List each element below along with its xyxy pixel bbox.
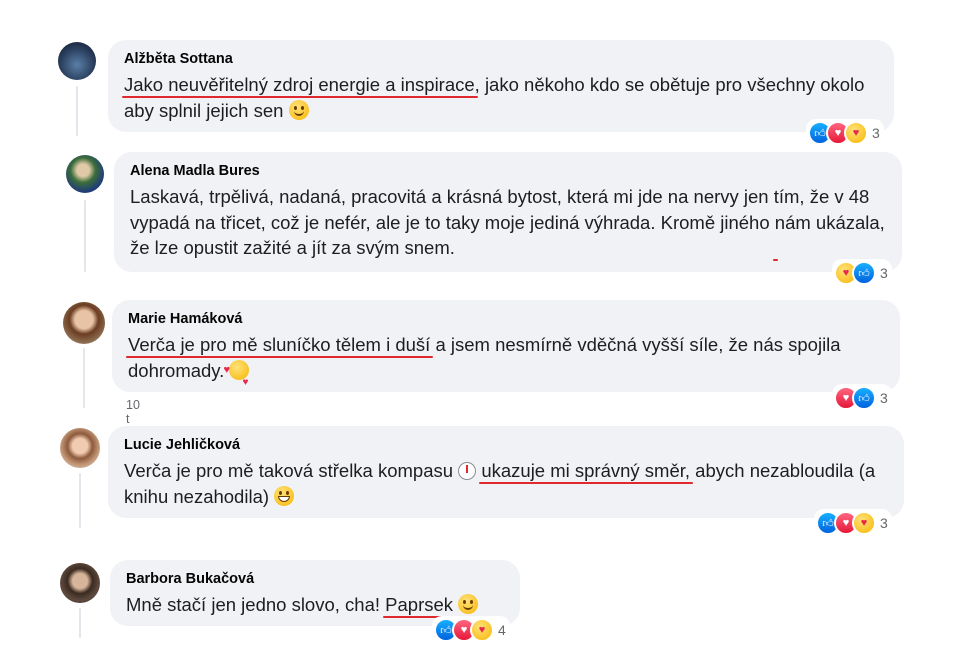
comment-author[interactable]: Marie Hamáková — [128, 309, 886, 329]
reaction-summary[interactable]: ♥ 👍︎ 3 — [832, 384, 892, 412]
reaction-summary[interactable]: ♥ 👍︎ 3 — [832, 259, 892, 287]
reaction-count: 3 — [880, 390, 888, 406]
reaction-count: 3 — [880, 515, 888, 531]
underlined-text: Paprsek — [385, 594, 454, 615]
comment-timestamp[interactable]: 10 t — [126, 398, 140, 426]
comment-bubble: Alena Madla Bures Laskavá, trpělivá, nad… — [114, 152, 902, 272]
comment-text: Laskavá, trpělivá, nadaná, pracovitá a k… — [130, 184, 888, 261]
grinning-face-icon — [274, 485, 295, 506]
slightly-smiling-face-icon — [458, 594, 479, 614]
avatar[interactable] — [60, 428, 100, 468]
comment-text: Verča je pro mě taková střelka kompasu u… — [124, 458, 890, 509]
care-reaction-icon: ♥ — [852, 511, 876, 535]
reaction-count: 3 — [872, 125, 880, 141]
compass-icon — [458, 462, 477, 480]
thread-line — [79, 608, 81, 638]
comment-text-before: Mně stačí jen jedno slovo, cha! — [126, 594, 386, 615]
avatar[interactable] — [60, 563, 100, 603]
comment-text: Jako neuvěřitelný zdroj energie a inspir… — [124, 72, 880, 123]
reaction-summary[interactable]: 👍︎ ♥ ♥ 3 — [814, 509, 892, 537]
avatar[interactable] — [66, 155, 104, 193]
thread-line — [84, 200, 86, 272]
thread-line — [79, 473, 81, 528]
comment-author[interactable]: Lucie Jehličková — [124, 435, 890, 455]
reaction-count: 3 — [880, 265, 888, 281]
avatar[interactable] — [58, 42, 96, 80]
comment-bubble: Alžběta Sottana Jako neuvěřitelný zdroj … — [108, 40, 894, 132]
thread-line — [83, 348, 85, 408]
comment-bubble: Marie Hamáková Verča je pro mě sluníčko … — [112, 300, 900, 395]
like-reaction-icon: 👍︎ — [852, 261, 876, 285]
reaction-count: 4 — [498, 622, 506, 638]
care-reaction-icon: ♥ — [844, 121, 868, 145]
comment-text-before: Laskavá, trpělivá, nadaná, pracovitá a k… — [130, 186, 870, 233]
slightly-smiling-face-icon — [288, 99, 309, 120]
reaction-summary[interactable]: 👍︎ ♥ ♥ 4 — [432, 616, 510, 644]
underlined-text: ukazuje mi správný směr, — [481, 460, 691, 481]
comment-author[interactable]: Barbora Bukačová — [126, 569, 506, 589]
underlined-text: Verča je pro mě sluníčko tělem i duší — [128, 334, 431, 355]
smiling-face-with-hearts-icon — [223, 358, 250, 395]
comment-author[interactable]: Alena Madla Bures — [130, 161, 888, 181]
comment-author[interactable]: Alžběta Sottana — [124, 49, 880, 69]
thread-line — [76, 86, 78, 136]
comment-text: Verča je pro mě sluníčko tělem i duší a … — [128, 332, 886, 395]
care-reaction-icon: ♥ — [470, 618, 494, 642]
comment-bubble: Lucie Jehličková Verča je pro mě taková … — [108, 426, 904, 518]
comment-text-before: Verča je pro mě taková střelka kompasu — [124, 460, 459, 481]
underlined-text: Jako neuvěřitelný zdroj energie a inspir… — [124, 74, 475, 95]
like-reaction-icon: 👍︎ — [852, 386, 876, 410]
comment-text: Mně stačí jen jedno slovo, cha! Paprsek — [126, 592, 506, 618]
avatar[interactable] — [63, 302, 105, 344]
reaction-summary[interactable]: 👍︎ ♥ ♥ 3 — [806, 119, 884, 147]
